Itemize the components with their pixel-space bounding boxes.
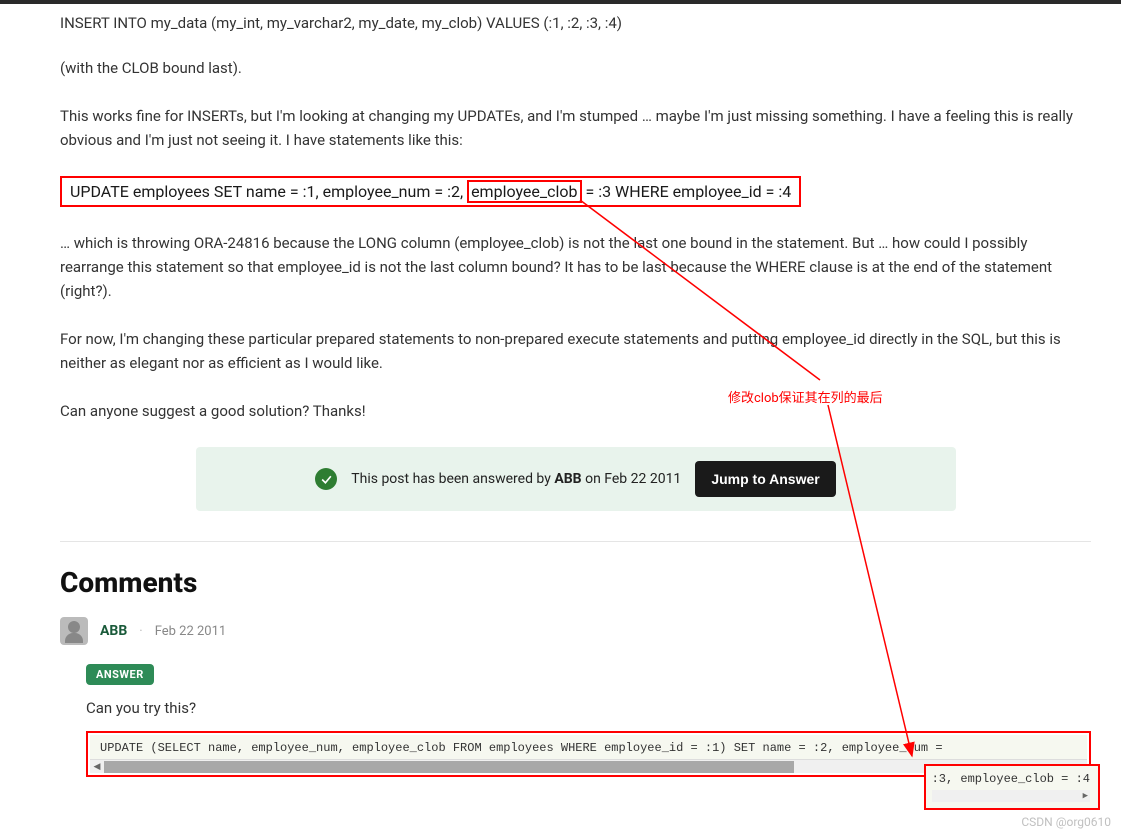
highlighted-code-end: :3, employee_clob = :4 ▶	[924, 764, 1100, 810]
code-end-text: :3, employee_clob = :4	[932, 772, 1090, 786]
scroll-right-icon[interactable]: ▶	[1081, 791, 1090, 801]
code-main: UPDATE (SELECT name, employee_num, emplo…	[100, 741, 943, 755]
jump-to-answer-button[interactable]: Jump to Answer	[695, 461, 835, 497]
check-icon	[315, 468, 337, 490]
update-post: = :3 WHERE employee_id = :4	[582, 182, 792, 201]
section-divider	[60, 541, 1091, 542]
avatar[interactable]	[60, 617, 88, 645]
highlighted-update-statement: UPDATE employees SET name = :1, employee…	[60, 176, 801, 207]
answered-banner: This post has been answered by ABB on Fe…	[196, 447, 956, 511]
update-pre: UPDATE employees SET name = :1, employee…	[70, 182, 467, 201]
annotation-text: 修改clob保证其在列的最后	[728, 387, 883, 406]
scrollbar-thumb[interactable]	[104, 761, 794, 773]
paragraph-3: For now, I'm changing these particular p…	[60, 327, 1091, 375]
paragraph-2: … which is throwing ORA-24816 because th…	[60, 231, 1091, 303]
clob-note: (with the CLOB bound last).	[60, 56, 1091, 80]
scroll-left-icon[interactable]: ◀	[90, 760, 104, 774]
answer-text: Can you try this?	[86, 699, 1091, 717]
paragraph-1: This works fine for INSERTs, but I'm loo…	[60, 104, 1091, 152]
inner-scrollbar[interactable]: ▶	[932, 790, 1090, 802]
banner-post: on Feb 22 2011	[582, 471, 682, 487]
comments-heading: Comments	[60, 566, 1091, 599]
post-container: INSERT INTO my_data (my_int, my_varchar2…	[0, 4, 1121, 777]
banner-pre: This post has been answered by	[351, 471, 554, 487]
comment-header: ABB · Feb 22 2011	[60, 617, 1091, 645]
banner-text: This post has been answered by ABB on Fe…	[351, 471, 681, 487]
comment-author-link[interactable]: ABB	[100, 623, 127, 639]
highlighted-clob-column: employee_clob	[467, 180, 581, 203]
answer-badge: ANSWER	[86, 664, 154, 685]
paragraph-4: Can anyone suggest a good solution? Than…	[60, 399, 1091, 423]
insert-statement: INSERT INTO my_data (my_int, my_varchar2…	[60, 14, 1091, 32]
separator: ·	[139, 624, 142, 639]
comment-date: Feb 22 2011	[155, 624, 227, 639]
watermark: CSDN @org0610	[1021, 815, 1111, 829]
banner-author: ABB	[554, 471, 581, 487]
code-block: UPDATE (SELECT name, employee_num, emplo…	[90, 735, 1087, 759]
comment-body: ANSWER Can you try this? UPDATE (SELECT …	[86, 663, 1091, 777]
